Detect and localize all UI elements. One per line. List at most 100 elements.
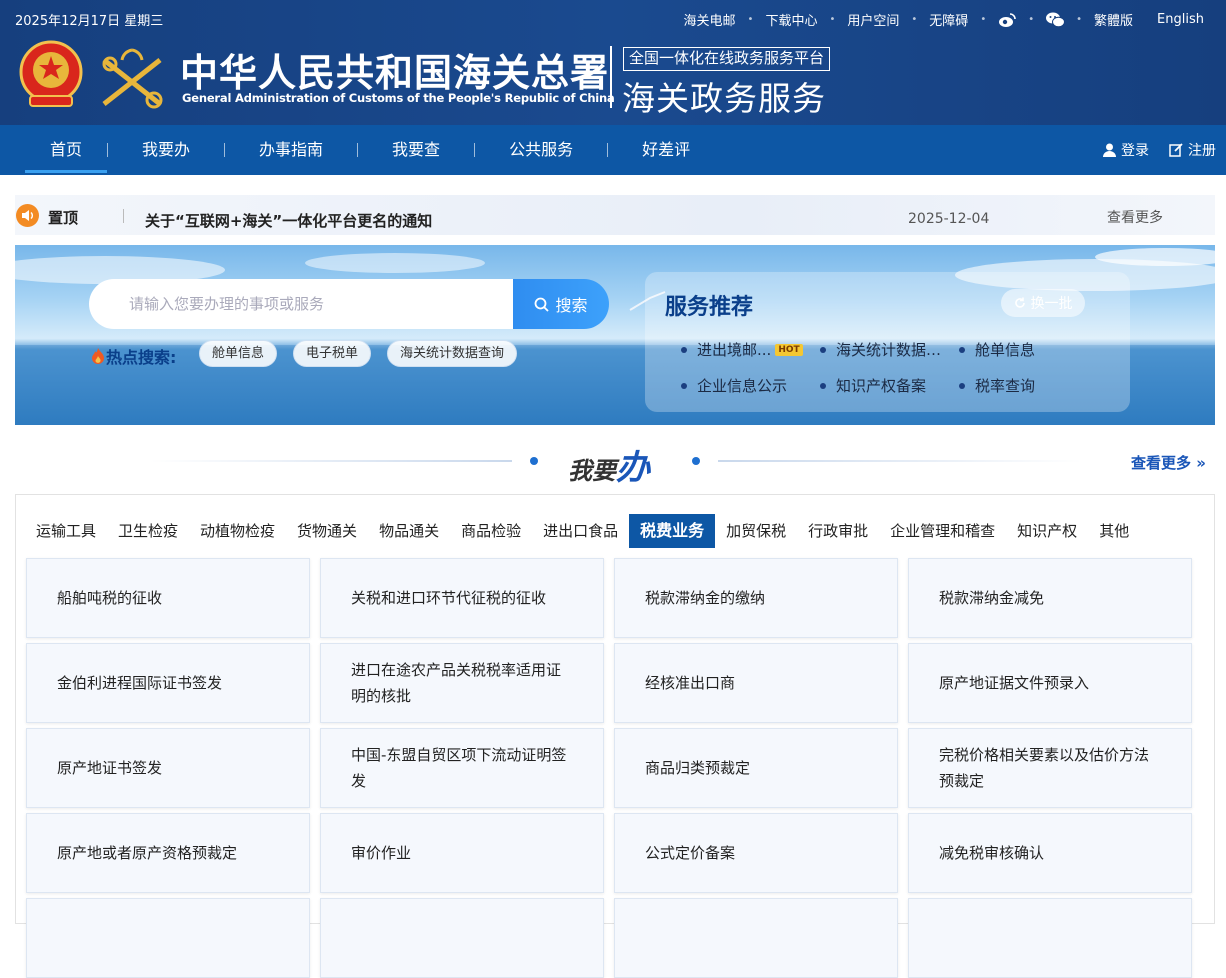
tab-health-quarantine[interactable]: 卫生检疫 bbox=[107, 514, 189, 548]
recommend-item[interactable]: 舱单信息 bbox=[959, 339, 1035, 360]
nav-handle[interactable]: 我要办 bbox=[108, 125, 224, 175]
tab-goods-clearance[interactable]: 物品通关 bbox=[368, 514, 450, 548]
tab-processing-bonded[interactable]: 加贸保税 bbox=[715, 514, 797, 548]
service-card[interactable]: 公式定价备案 bbox=[614, 813, 898, 893]
recommend-item-label: 进出境邮... bbox=[697, 341, 772, 359]
tab-import-export-food[interactable]: 进出口食品 bbox=[532, 514, 629, 548]
search-button[interactable]: 搜索 bbox=[513, 279, 609, 329]
section-more-label: 查看更多 bbox=[1131, 454, 1192, 472]
link-traditional-chinese[interactable]: 繁體版 bbox=[1094, 10, 1133, 29]
tab-animal-plant-quarantine[interactable]: 动植物检疫 bbox=[189, 514, 286, 548]
bullet bbox=[820, 382, 826, 389]
hot-tag-manifest[interactable]: 舱单信息 bbox=[199, 340, 278, 367]
platform-subtitle: 全国一体化在线政务服务平台 bbox=[623, 47, 831, 71]
section-title-small: 我要 bbox=[568, 457, 616, 485]
hot-tag-e-tax-bill[interactable]: 电子税单 bbox=[293, 340, 372, 367]
hot-badge: HOT bbox=[775, 343, 803, 356]
refresh-label: 换一批 bbox=[1030, 296, 1073, 312]
service-card[interactable]: 经核准出口商 bbox=[614, 643, 898, 723]
service-card[interactable]: 船舶吨税的征收 bbox=[26, 558, 310, 638]
search-button-label: 搜索 bbox=[555, 296, 588, 315]
search-icon bbox=[535, 297, 550, 312]
link-user-space[interactable]: 用户空间 bbox=[847, 10, 899, 29]
tab-cargo-clearance[interactable]: 货物通关 bbox=[286, 514, 368, 548]
notice-more-link[interactable]: 查看更多 bbox=[1107, 207, 1163, 227]
weibo-icon[interactable] bbox=[998, 12, 1017, 28]
service-card[interactable] bbox=[26, 898, 310, 978]
separator-dot: • bbox=[1028, 14, 1035, 25]
fire-icon bbox=[92, 348, 104, 364]
recommend-item-label: 企业信息公示 bbox=[697, 377, 788, 395]
notice-separator bbox=[123, 209, 124, 223]
service-card[interactable]: 税款滞纳金的缴纳 bbox=[614, 558, 898, 638]
tab-administrative-approval[interactable]: 行政审批 bbox=[797, 514, 879, 548]
tab-tax-business[interactable]: 税费业务 bbox=[629, 514, 716, 548]
site-title-en: General Administration of Customs of the… bbox=[182, 91, 615, 105]
recommend-item-label: 海关统计数据… bbox=[836, 341, 942, 359]
recommend-item[interactable]: 税率查询 bbox=[959, 375, 1035, 396]
tab-commodity-inspection[interactable]: 商品检验 bbox=[450, 514, 532, 548]
user-icon bbox=[1103, 143, 1116, 157]
recommend-item[interactable]: 进出境邮... HOT bbox=[681, 339, 803, 360]
recommend-item[interactable]: 海关统计数据… bbox=[820, 339, 941, 360]
service-card[interactable]: 完税价格相关要素以及估价方法预裁定 bbox=[908, 728, 1192, 808]
recommend-item[interactable]: 知识产权备案 bbox=[820, 375, 926, 396]
service-card[interactable]: 关税和进口环节代征税的征收 bbox=[320, 558, 604, 638]
service-card[interactable] bbox=[320, 898, 604, 978]
register-link[interactable]: 注册 bbox=[1169, 140, 1216, 160]
service-card[interactable]: 原产地证据文件预录入 bbox=[908, 643, 1192, 723]
tab-transport[interactable]: 运输工具 bbox=[25, 514, 107, 548]
section-title: 我要办 bbox=[568, 440, 650, 489]
tab-enterprise-management[interactable]: 企业管理和稽查 bbox=[879, 514, 1006, 548]
notice-title[interactable]: 关于“互联网+海关”一体化平台更名的通知 bbox=[145, 210, 432, 231]
link-english[interactable]: English bbox=[1157, 12, 1204, 27]
login-link[interactable]: 登录 bbox=[1103, 140, 1149, 160]
section-more-link[interactable]: 查看更多 » bbox=[1131, 452, 1206, 473]
service-card[interactable]: 金伯利进程国际证书签发 bbox=[26, 643, 310, 723]
service-card[interactable]: 审价作业 bbox=[320, 813, 604, 893]
nav-query[interactable]: 我要查 bbox=[358, 125, 474, 175]
separator-dot: • bbox=[829, 14, 836, 25]
nav-guide[interactable]: 办事指南 bbox=[225, 125, 357, 175]
service-card[interactable]: 原产地或者原产资格预裁定 bbox=[26, 813, 310, 893]
bullet bbox=[820, 346, 826, 353]
recommend-item-label: 税率查询 bbox=[975, 377, 1036, 395]
service-card[interactable]: 税款滞纳金减免 bbox=[908, 558, 1192, 638]
notice-date: 2025-12-04 bbox=[908, 211, 990, 227]
wechat-icon[interactable] bbox=[1046, 12, 1066, 28]
bullet bbox=[681, 382, 687, 389]
service-card[interactable]: 商品归类预裁定 bbox=[614, 728, 898, 808]
national-emblem-icon bbox=[18, 40, 84, 110]
service-card[interactable] bbox=[614, 898, 898, 978]
search-input[interactable] bbox=[89, 279, 515, 329]
nav-home[interactable]: 首页 bbox=[25, 125, 108, 175]
service-card[interactable] bbox=[908, 898, 1192, 978]
nav-evaluation[interactable]: 好差评 bbox=[608, 125, 724, 175]
service-card[interactable]: 减免税审核确认 bbox=[908, 813, 1192, 893]
edit-icon bbox=[1169, 143, 1183, 157]
refresh-icon bbox=[1014, 297, 1025, 308]
tab-other[interactable]: 其他 bbox=[1088, 514, 1140, 548]
separator-dot: • bbox=[747, 14, 754, 25]
hot-search-text: 热点搜索: bbox=[106, 348, 177, 367]
refresh-button[interactable]: 换一批 bbox=[1001, 289, 1085, 317]
nav-public-service[interactable]: 公共服务 bbox=[475, 125, 607, 175]
service-card[interactable]: 进口在途农产品关税税率适用证明的核批 bbox=[320, 643, 604, 723]
recommend-title: 服务推荐 bbox=[665, 295, 754, 320]
service-card[interactable]: 原产地证书签发 bbox=[26, 728, 310, 808]
bullet bbox=[959, 382, 965, 389]
tab-intellectual-property[interactable]: 知识产权 bbox=[1006, 514, 1088, 548]
service-card[interactable]: 中国-东盟自贸区项下流动证明签发 bbox=[320, 728, 604, 808]
link-accessibility[interactable]: 无障碍 bbox=[929, 10, 968, 29]
recommend-item[interactable]: 企业信息公示 bbox=[681, 375, 787, 396]
platform-title: 海关政务服务 bbox=[622, 79, 826, 118]
category-tabs: 运输工具 卫生检疫 动植物检疫 货物通关 物品通关 商品检验 进出口食品 税费业… bbox=[25, 514, 1140, 548]
section-line-left bbox=[150, 460, 512, 462]
link-customs-email[interactable]: 海关电邮 bbox=[684, 10, 736, 29]
link-download-center[interactable]: 下载中心 bbox=[765, 10, 817, 29]
notice-bar: 置顶 关于“互联网+海关”一体化平台更名的通知 2025-12-04 查看更多 bbox=[15, 195, 1215, 235]
hot-tag-statistics[interactable]: 海关统计数据查询 bbox=[387, 340, 518, 367]
separator-dot: • bbox=[911, 14, 918, 25]
current-date: 2025年12月17日 星期三 bbox=[15, 14, 164, 29]
top-links: 海关电邮 • 下载中心 • 用户空间 • 无障碍 • • • 繁體版 English bbox=[672, 10, 1216, 29]
